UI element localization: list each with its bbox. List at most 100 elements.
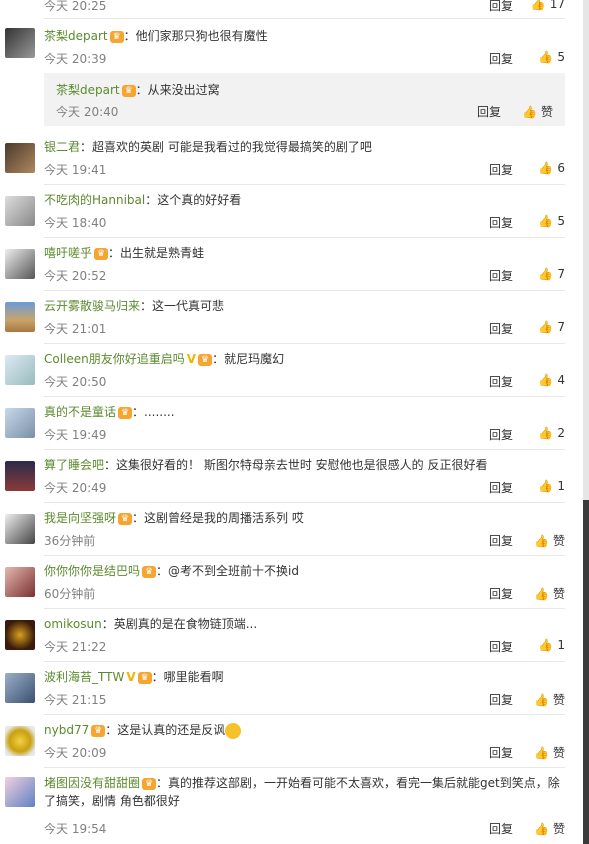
like-button[interactable]: 👍 1	[538, 638, 565, 652]
like-button[interactable]: 👍 7	[538, 320, 565, 334]
reply-button[interactable]: 回复	[489, 373, 513, 390]
vip-crown-icon: ♛	[94, 247, 109, 260]
comment-meta: 今天 19:54 回复 👍 赞	[44, 820, 565, 836]
comment-meta: 今天 19:41 回复 👍 6	[44, 161, 565, 177]
avatar[interactable]	[5, 567, 35, 597]
comment-item: 波利海苔_TTW V ♛ ：哪里能看啊 今天 21:15 回复 👍 赞	[0, 663, 583, 716]
username[interactable]: 银二君	[44, 140, 80, 154]
comment-body: 堵图因没有甜甜圈 ♛ ：真的推荐这部剧，一开始看可能不太喜欢，看完一集后就能get到…	[44, 774, 564, 810]
comment-meta: 今天 18:40 回复 👍 5	[44, 214, 565, 230]
reply-button[interactable]: 回复	[489, 820, 513, 837]
comment-body: 你你你你是结巴吗 ♛ ：@考不到全班前十不换id	[44, 562, 564, 580]
avatar[interactable]	[5, 196, 35, 226]
reply-button[interactable]: 回复	[489, 426, 513, 443]
like-button[interactable]: 👍 赞	[534, 532, 565, 549]
divider	[44, 661, 565, 662]
username[interactable]: 我是向坚强呀	[44, 511, 116, 525]
like-button[interactable]: 👍 6	[538, 161, 565, 175]
avatar[interactable]	[5, 726, 35, 756]
comment-time: 60分钟前	[44, 587, 96, 601]
reply-button[interactable]: 回复	[489, 161, 513, 178]
avatar[interactable]	[5, 620, 35, 650]
thumb-up-icon: 👍	[530, 0, 546, 11]
avatar[interactable]	[5, 777, 35, 807]
reply-button[interactable]: 回复	[489, 214, 513, 231]
like-count: 2	[557, 426, 565, 440]
reply-button[interactable]: 回复	[489, 50, 513, 67]
username[interactable]: 嘻吁嗟乎	[44, 246, 92, 260]
username[interactable]: 不吃肉的Hannibal	[44, 193, 145, 207]
comment-item: 算了睡会吧：这集很好看的！ 斯图尔特母亲去世时 安慰他也是很感人的 反正很好看 …	[0, 451, 583, 504]
vip-crown-icon: ♛	[198, 353, 213, 366]
thumb-up-icon: 👍	[538, 267, 554, 281]
comment-time: 今天 19:49	[44, 428, 107, 442]
username[interactable]: omikosun	[44, 617, 102, 631]
avatar[interactable]	[5, 355, 35, 385]
comment-meta: 60分钟前 回复 👍 赞	[44, 585, 565, 601]
avatar[interactable]	[5, 28, 35, 58]
thumb-up-icon: 👍	[538, 161, 554, 175]
like-button[interactable]: 👍 5	[538, 50, 565, 64]
username[interactable]: 云开雾散骏马归来	[44, 299, 140, 313]
like-count: 1	[557, 638, 565, 652]
like-button[interactable]: 👍 17	[531, 0, 565, 11]
like-button[interactable]: 👍 赞	[522, 103, 553, 120]
reply-button[interactable]: 回复	[477, 103, 501, 120]
comment-item: 你你你你是结巴吗 ♛ ：@考不到全班前十不换id 60分钟前 回复 👍 赞	[0, 557, 583, 610]
comment-meta: 今天 21:01 回复 👍 7	[44, 320, 565, 336]
reply-button[interactable]: 回复	[489, 320, 513, 337]
like-button[interactable]: 👍 7	[538, 267, 565, 281]
like-count: 赞	[552, 822, 565, 836]
thumb-up-icon: 👍	[522, 105, 537, 119]
avatar[interactable]	[5, 673, 35, 703]
avatar[interactable]	[5, 302, 35, 332]
username[interactable]: 你你你你是结巴吗	[44, 564, 140, 578]
like-button[interactable]: 👍 5	[538, 214, 565, 228]
comment-body: 茶梨depart ♛ ：他们家那只狗也很有魔性	[44, 27, 564, 45]
comment-meta: 今天 21:22 回复 👍 1	[44, 638, 565, 654]
username[interactable]: 堵图因没有甜甜圈	[44, 776, 140, 790]
reply-button[interactable]: 回复	[489, 267, 513, 284]
comment-text: ：英剧真的是在食物链顶端...	[101, 617, 258, 631]
avatar[interactable]	[5, 514, 35, 544]
thumb-up-icon: 👍	[538, 320, 554, 334]
like-button[interactable]: 👍 赞	[534, 691, 565, 708]
reply-button[interactable]: 回复	[489, 532, 513, 549]
comment-time: 今天 21:22	[44, 640, 107, 654]
comment-item: 茶梨depart ♛ ：他们家那只狗也很有魔性 今天 20:39 回复 👍 5 茶梨d…	[0, 18, 583, 133]
thumb-up-icon: 👍	[534, 534, 549, 548]
username[interactable]: Colleen朋友你好追重启吗	[44, 352, 185, 366]
reply-button[interactable]: 回复	[489, 0, 513, 14]
reply-button[interactable]: 回复	[489, 638, 513, 655]
vip-crown-icon: ♛	[118, 512, 133, 525]
username[interactable]: 茶梨depart	[56, 83, 120, 97]
scrollbar[interactable]	[583, 0, 589, 844]
thumb-up-icon: 👍	[538, 214, 554, 228]
username[interactable]: 茶梨depart	[44, 29, 108, 43]
avatar[interactable]	[5, 249, 35, 279]
like-button[interactable]: 👍 赞	[534, 820, 565, 837]
username[interactable]: nybd77	[44, 723, 89, 737]
avatar[interactable]	[5, 143, 35, 173]
reply-button[interactable]: 回复	[489, 744, 513, 761]
comment-meta: 今天 20:09 回复 👍 赞	[44, 744, 565, 760]
like-count: 1	[557, 479, 565, 493]
like-button[interactable]: 👍 4	[538, 373, 565, 387]
username[interactable]: 真的不是童话	[44, 405, 116, 419]
comment-meta: 今天 20:25 回复 👍 17	[44, 0, 565, 13]
comment-text: ：........	[132, 405, 175, 419]
reply-button[interactable]: 回复	[489, 585, 513, 602]
like-button[interactable]: 👍 赞	[534, 744, 565, 761]
comment-text: ：哪里能看啊	[151, 670, 224, 684]
scrollbar-thumb[interactable]	[583, 500, 589, 844]
like-button[interactable]: 👍 赞	[534, 585, 565, 602]
username[interactable]: 波利海苔_TTW	[44, 670, 124, 684]
like-button[interactable]: 👍 1	[538, 479, 565, 493]
avatar[interactable]	[5, 408, 35, 438]
avatar[interactable]	[5, 461, 35, 491]
comment-body: 波利海苔_TTW V ♛ ：哪里能看啊	[44, 668, 564, 686]
like-button[interactable]: 👍 2	[538, 426, 565, 440]
reply-button[interactable]: 回复	[489, 691, 513, 708]
username[interactable]: 算了睡会吧	[44, 458, 104, 472]
reply-button[interactable]: 回复	[489, 479, 513, 496]
